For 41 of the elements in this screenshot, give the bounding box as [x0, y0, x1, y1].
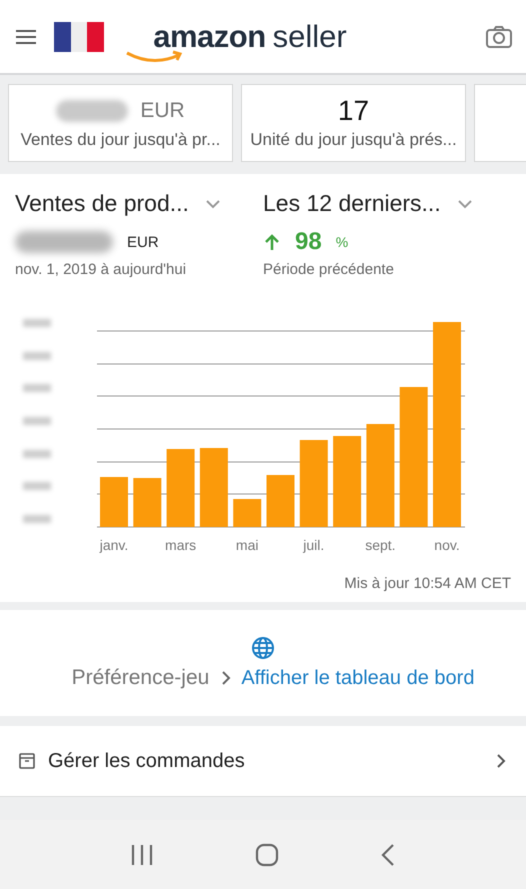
- box-icon: [18, 752, 36, 770]
- chevron-right-icon: [496, 753, 506, 769]
- month-label: janv.: [100, 537, 128, 553]
- chart-bar: [133, 478, 162, 527]
- stat-value: 17: [338, 95, 370, 127]
- preference-button[interactable]: Préférence-jeu: [72, 666, 232, 690]
- month-label: nov.: [434, 537, 460, 553]
- menu-row[interactable]: Gérer les commandes: [0, 726, 526, 797]
- arrow-up-icon: [263, 233, 281, 251]
- updated-time: Mis à jour 10:54 AM CET: [343, 574, 511, 594]
- logo-text: amazon: [153, 18, 266, 54]
- stat-label: Unité du jour jusqu'à prés...: [250, 130, 457, 150]
- logo-text: seller: [272, 18, 347, 54]
- globe-icon: [251, 636, 275, 660]
- percent-sign: %: [336, 234, 348, 250]
- chart-bar: [233, 499, 262, 527]
- stat-card[interactable]: 17 Unité du jour jusqu'à prés...: [241, 84, 466, 162]
- dashboard-link[interactable]: Afficher le tableau de bord: [241, 666, 474, 690]
- month-label: sept.: [365, 537, 396, 553]
- month-label: mars: [165, 537, 196, 553]
- chart-bar: [266, 475, 294, 527]
- month-label: mai: [236, 537, 258, 553]
- home-icon[interactable]: [255, 842, 279, 866]
- chart-bar: [100, 477, 128, 527]
- camera-icon[interactable]: [486, 26, 512, 48]
- recent-apps-icon[interactable]: [131, 844, 153, 864]
- period-dropdown[interactable]: Les 12 derniers...: [263, 186, 511, 221]
- flag-icon[interactable]: [54, 22, 104, 52]
- currency-unit: EUR: [140, 99, 185, 123]
- chevron-right-icon: [221, 670, 232, 686]
- month-label: juil.: [303, 537, 324, 553]
- date-range: nov. 1, 2019 à aujourd'hui: [15, 261, 188, 278]
- menu-icon[interactable]: [16, 30, 36, 44]
- metric-dropdown[interactable]: Ventes de prod...: [15, 186, 263, 221]
- comparison-caption: Période précédente: [263, 261, 395, 278]
- stat-card[interactable]: EUR Ventes du jour jusqu'à pr...: [8, 84, 233, 162]
- back-icon[interactable]: [381, 844, 395, 866]
- currency-unit: EUR: [127, 234, 159, 250]
- smile-arrow-icon: [125, 50, 185, 64]
- change-value: 98: [295, 228, 322, 256]
- stat-label: Ventes du jour jusqu'à pr...: [20, 130, 220, 150]
